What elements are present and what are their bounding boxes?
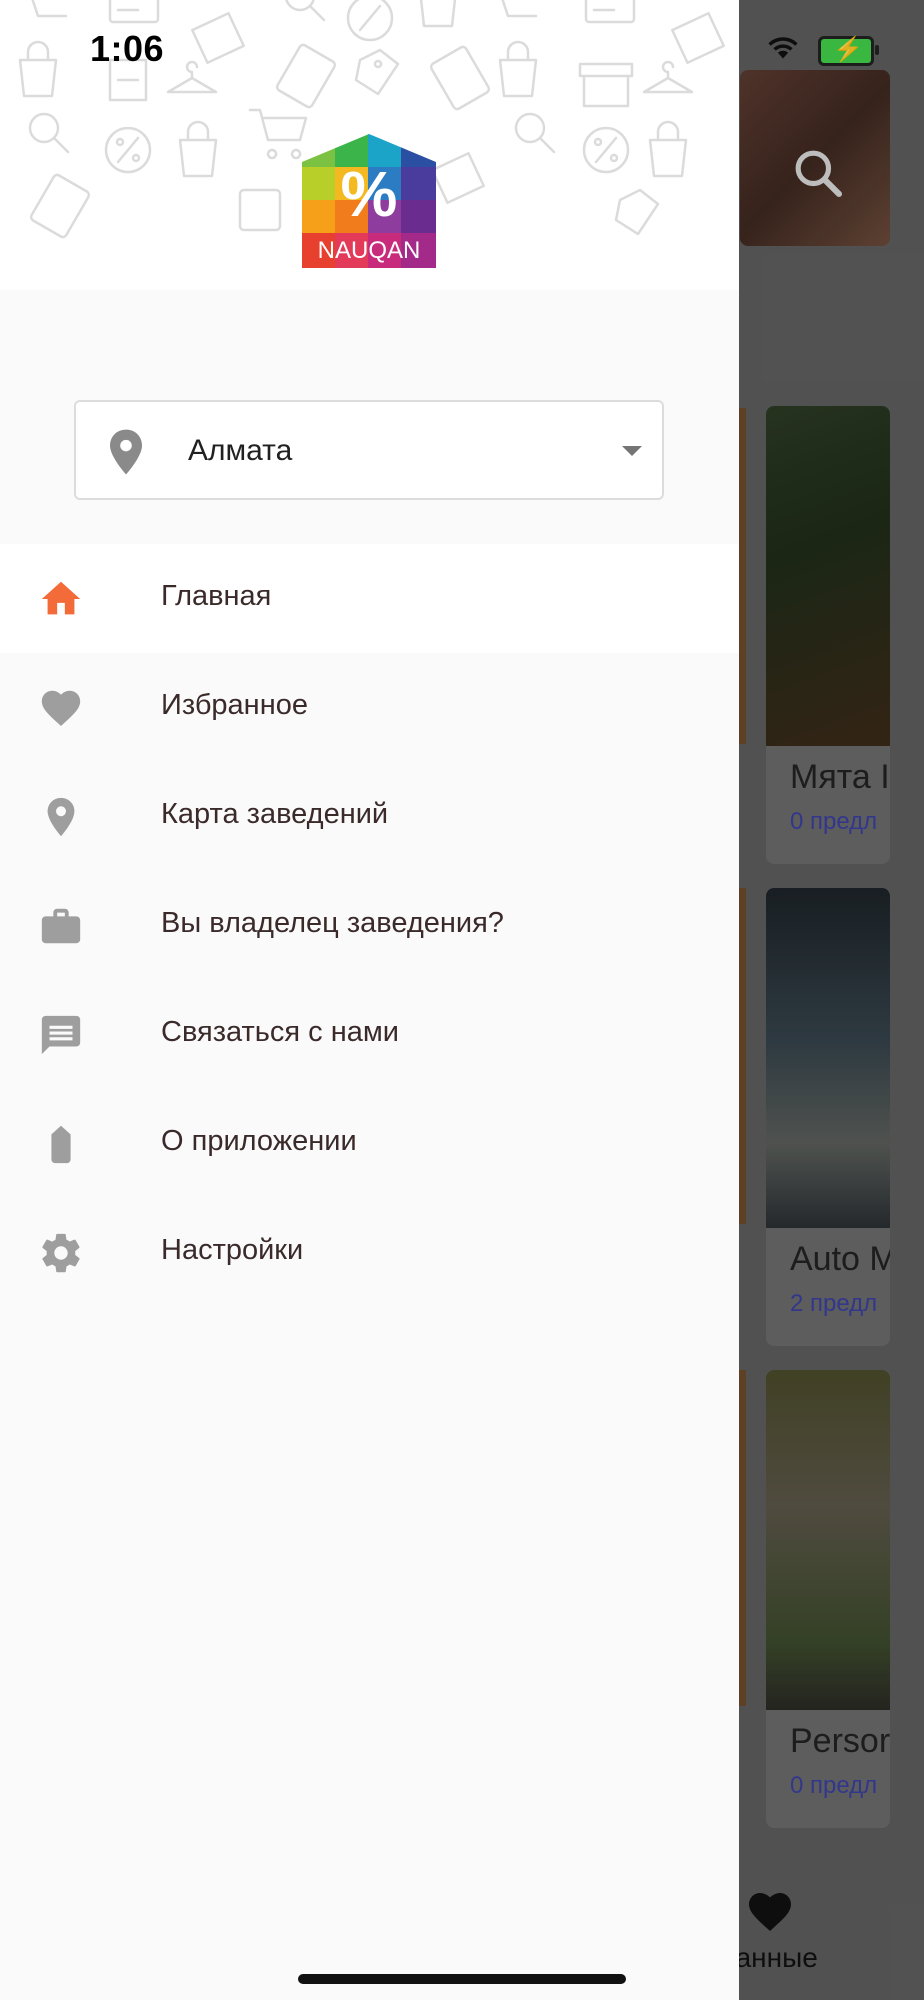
location-pin-icon — [110, 429, 142, 475]
gear-icon — [42, 1233, 80, 1273]
logo-percent: % — [341, 158, 398, 230]
navigation-drawer: 1:06 % NAUQAN Алмата Главная Избранное К… — [0, 0, 739, 2000]
chat-icon — [41, 1015, 81, 1055]
menu-item-about[interactable]: О приложении — [0, 1089, 739, 1198]
tag-icon — [51, 1125, 71, 1164]
city-value: Алмата — [188, 434, 293, 467]
menu-item-label: Настройки — [161, 1234, 304, 1266]
menu-item-favorites[interactable]: Избранное — [0, 653, 739, 762]
heart-icon — [41, 690, 81, 727]
home-icon — [41, 581, 81, 615]
status-time: 1:06 — [90, 28, 165, 69]
menu-item-label: Карта заведений — [161, 798, 389, 830]
menu-item-venue-map[interactable]: Карта заведений — [0, 762, 739, 871]
home-indicator[interactable] — [298, 1974, 626, 1984]
menu-item-label: Главная — [161, 580, 272, 612]
city-dropdown[interactable]: Алмата — [74, 400, 664, 500]
nauqan-logo: % NAUQAN — [302, 134, 436, 268]
menu-item-label: Избранное — [161, 689, 308, 721]
briefcase-icon — [41, 908, 81, 944]
menu-item-label: Связаться с нами — [161, 1016, 400, 1048]
drawer-header: 1:06 % NAUQAN — [0, 0, 739, 290]
location-pin-icon — [47, 797, 75, 837]
menu-item-venue-owner[interactable]: Вы владелец заведения? — [0, 871, 739, 980]
menu-item-home[interactable]: Главная — [0, 544, 739, 653]
menu-item-label: Вы владелец заведения? — [161, 907, 504, 939]
drawer-menu: Главная Избранное Карта заведений Вы вла… — [0, 544, 739, 1307]
logo-text: NAUQAN — [318, 237, 421, 264]
chevron-down-icon — [622, 446, 642, 456]
menu-item-contact[interactable]: Связаться с нами — [0, 980, 739, 1089]
menu-item-label: О приложении — [161, 1125, 357, 1157]
menu-item-settings[interactable]: Настройки — [0, 1198, 739, 1307]
